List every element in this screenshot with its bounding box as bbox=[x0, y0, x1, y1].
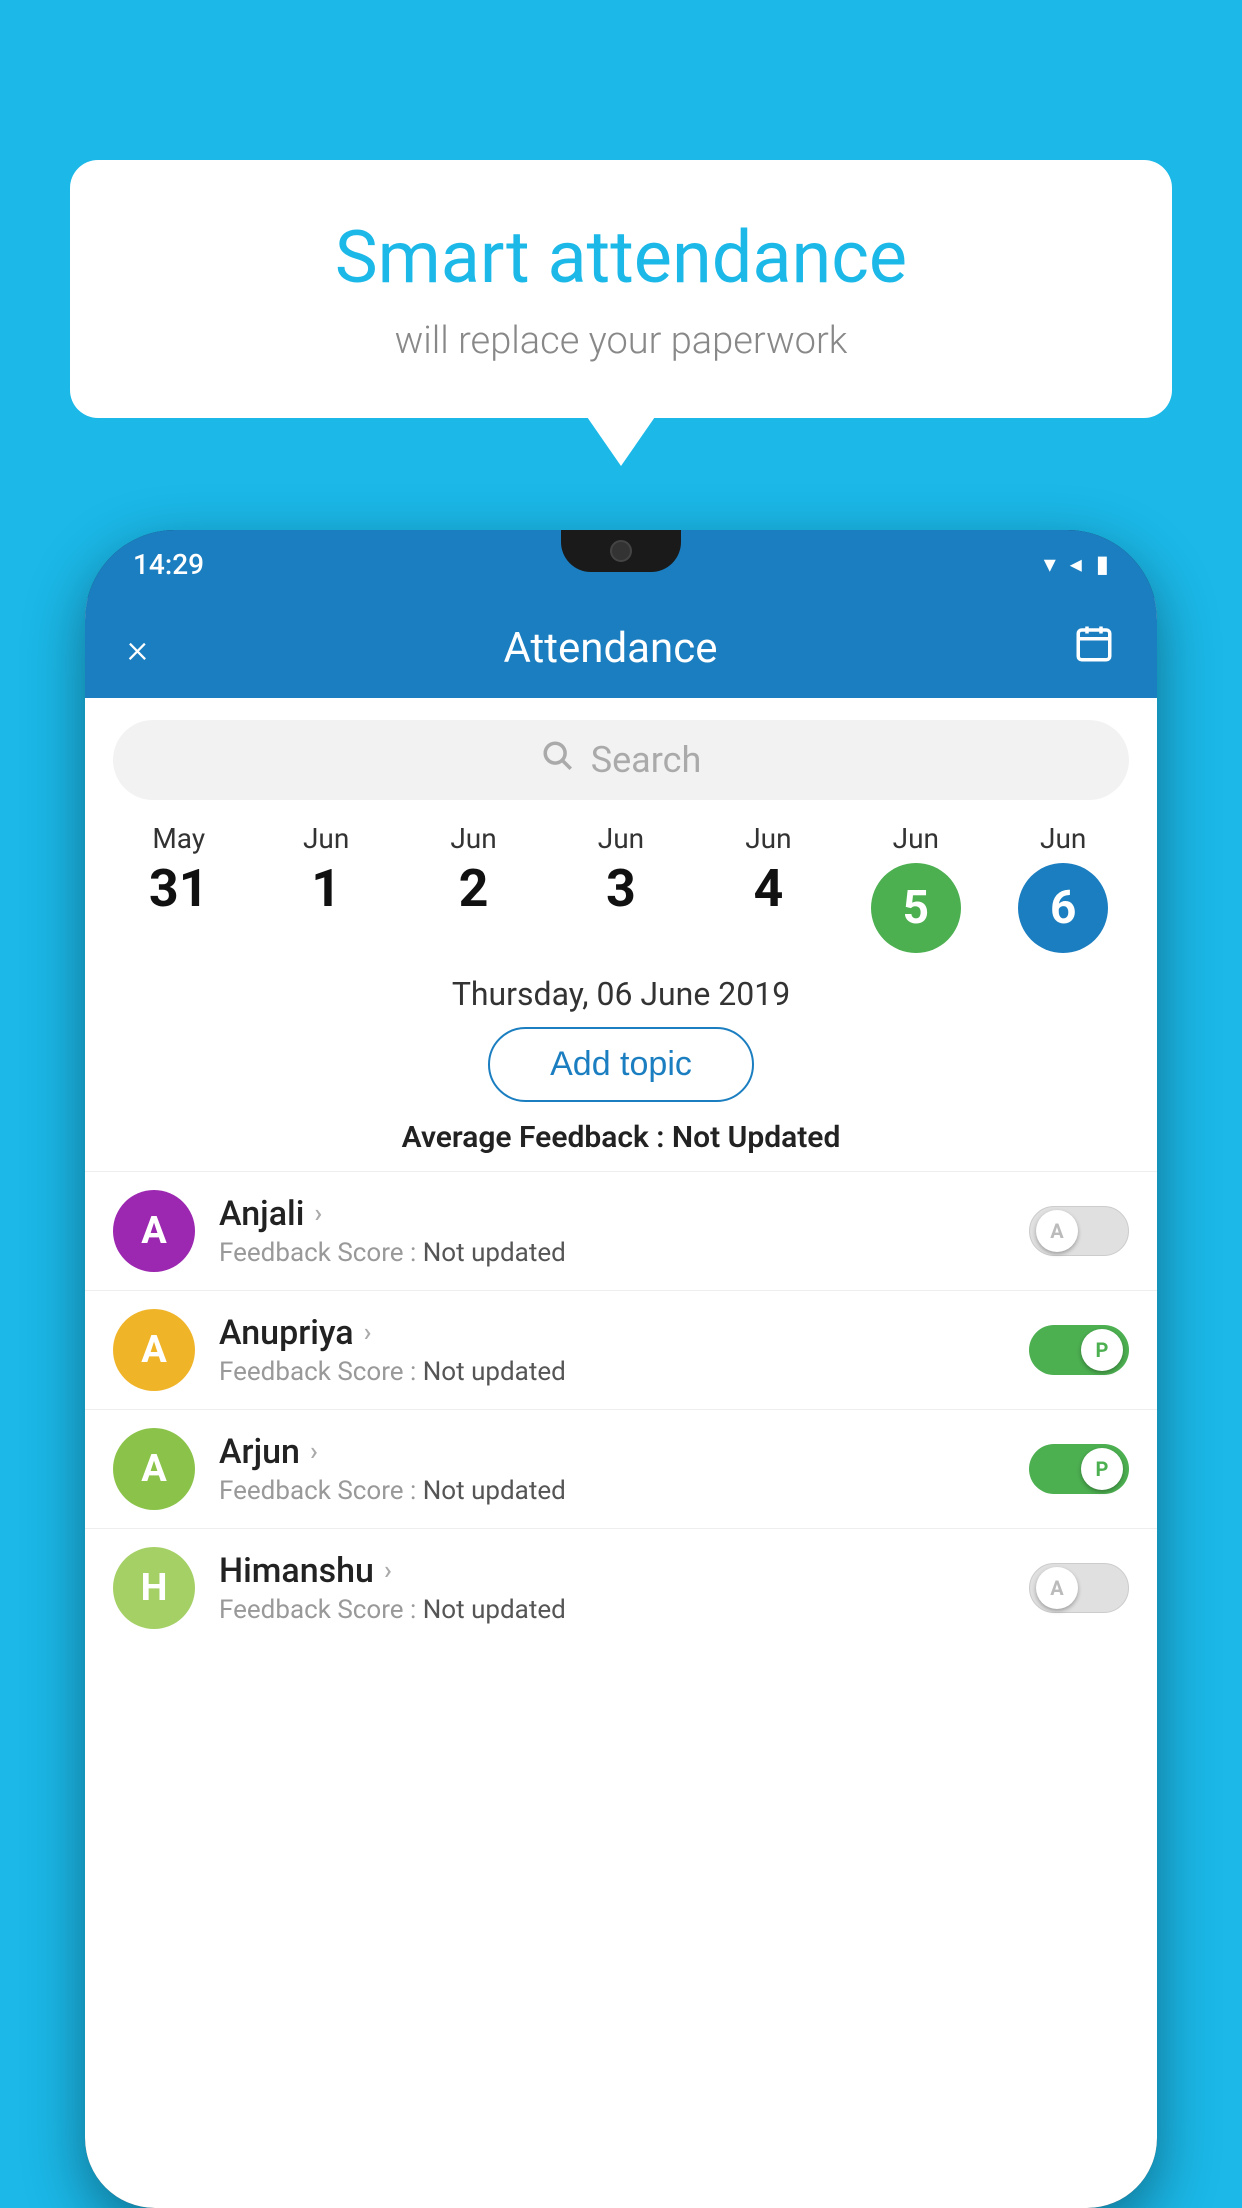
avg-feedback: Average Feedback : Not Updated bbox=[85, 1120, 1157, 1155]
bubble-subtitle: will replace your paperwork bbox=[130, 319, 1112, 363]
student-info-himanshu: Himanshu › Feedback Score : Not updated bbox=[219, 1551, 1005, 1625]
toggle-switch-anjali[interactable]: A bbox=[1029, 1206, 1129, 1256]
student-info-anjali: Anjali › Feedback Score : Not updated bbox=[219, 1194, 1005, 1268]
student-list: A Anjali › Feedback Score : Not updated … bbox=[85, 1171, 1157, 1647]
avatar-himanshu: H bbox=[113, 1547, 195, 1629]
student-info-arjun: Arjun › Feedback Score : Not updated bbox=[219, 1432, 1005, 1506]
student-name-himanshu: Himanshu › bbox=[219, 1551, 1005, 1591]
student-row-anjali[interactable]: A Anjali › Feedback Score : Not updated … bbox=[85, 1171, 1157, 1290]
student-row-himanshu[interactable]: H Himanshu › Feedback Score : Not update… bbox=[85, 1528, 1157, 1647]
date-item-jun1[interactable]: Jun 1 bbox=[276, 822, 376, 953]
student-name-anupriya: Anupriya › bbox=[219, 1313, 1005, 1353]
avg-feedback-value: Not Updated bbox=[672, 1120, 840, 1155]
header-title: Attendance bbox=[503, 624, 717, 673]
speech-bubble: Smart attendance will replace your paper… bbox=[70, 160, 1172, 418]
date-item-jun6-selected[interactable]: Jun 6 bbox=[1013, 822, 1113, 953]
add-topic-button[interactable]: Add topic bbox=[488, 1027, 754, 1102]
notch-camera bbox=[610, 540, 632, 562]
wifi-icon: ▾ bbox=[1044, 550, 1056, 578]
signal-icon: ◂ bbox=[1070, 550, 1082, 578]
toggle-switch-anupriya[interactable]: P bbox=[1029, 1325, 1129, 1375]
chevron-icon: › bbox=[314, 1199, 322, 1229]
status-time: 14:29 bbox=[133, 548, 204, 581]
chevron-icon: › bbox=[384, 1556, 392, 1586]
toggle-anupriya[interactable]: P bbox=[1029, 1325, 1129, 1375]
student-row-arjun[interactable]: A Arjun › Feedback Score : Not updated P bbox=[85, 1409, 1157, 1528]
toggle-arjun[interactable]: P bbox=[1029, 1444, 1129, 1494]
toggle-knob-himanshu: A bbox=[1036, 1567, 1078, 1609]
avatar-anjali: A bbox=[113, 1190, 195, 1272]
date-item-jun2[interactable]: Jun 2 bbox=[424, 822, 524, 953]
notch bbox=[561, 530, 681, 572]
toggle-knob-arjun: P bbox=[1081, 1448, 1123, 1490]
toggle-knob-anjali: A bbox=[1036, 1210, 1078, 1252]
student-info-anupriya: Anupriya › Feedback Score : Not updated bbox=[219, 1313, 1005, 1387]
date-item-may31[interactable]: May 31 bbox=[129, 822, 229, 953]
phone-screen: × Attendance Search May 31 Jun 1 Ju bbox=[85, 598, 1157, 2208]
feedback-score-himanshu: Feedback Score : Not updated bbox=[219, 1595, 1005, 1625]
avatar-anupriya: A bbox=[113, 1309, 195, 1391]
close-icon[interactable]: × bbox=[127, 625, 148, 672]
search-placeholder: Search bbox=[591, 739, 702, 781]
status-icons: ▾ ◂ ▮ bbox=[1044, 550, 1109, 578]
calendar-icon[interactable] bbox=[1073, 623, 1115, 674]
toggle-switch-himanshu[interactable]: A bbox=[1029, 1563, 1129, 1613]
toggle-switch-arjun[interactable]: P bbox=[1029, 1444, 1129, 1494]
search-icon bbox=[541, 739, 575, 782]
date-strip: May 31 Jun 1 Jun 2 Jun 3 Jun 4 Jun 5 bbox=[85, 822, 1157, 953]
feedback-score-anupriya: Feedback Score : Not updated bbox=[219, 1357, 1005, 1387]
battery-icon: ▮ bbox=[1096, 550, 1109, 578]
speech-bubble-container: Smart attendance will replace your paper… bbox=[70, 160, 1172, 418]
feedback-score-arjun: Feedback Score : Not updated bbox=[219, 1476, 1005, 1506]
date-item-jun3[interactable]: Jun 3 bbox=[571, 822, 671, 953]
avatar-arjun: A bbox=[113, 1428, 195, 1510]
toggle-anjali[interactable]: A bbox=[1029, 1206, 1129, 1256]
feedback-score-anjali: Feedback Score : Not updated bbox=[219, 1238, 1005, 1268]
date-item-jun4[interactable]: Jun 4 bbox=[718, 822, 818, 953]
toggle-himanshu[interactable]: A bbox=[1029, 1563, 1129, 1613]
phone-frame: 14:29 ▾ ◂ ▮ × Attendance Search May bbox=[85, 530, 1157, 2208]
toggle-knob-anupriya: P bbox=[1081, 1329, 1123, 1371]
student-name-arjun: Arjun › bbox=[219, 1432, 1005, 1472]
status-bar: 14:29 ▾ ◂ ▮ bbox=[85, 530, 1157, 598]
chevron-icon: › bbox=[310, 1437, 318, 1467]
search-bar[interactable]: Search bbox=[113, 720, 1129, 800]
chevron-icon: › bbox=[364, 1318, 372, 1348]
bubble-title: Smart attendance bbox=[130, 215, 1112, 301]
selected-date-label: Thursday, 06 June 2019 bbox=[85, 975, 1157, 1013]
student-row-anupriya[interactable]: A Anupriya › Feedback Score : Not update… bbox=[85, 1290, 1157, 1409]
app-header: × Attendance bbox=[85, 598, 1157, 698]
date-item-jun5-today[interactable]: Jun 5 bbox=[866, 822, 966, 953]
student-name-anjali: Anjali › bbox=[219, 1194, 1005, 1234]
avg-feedback-label: Average Feedback : bbox=[402, 1120, 665, 1155]
